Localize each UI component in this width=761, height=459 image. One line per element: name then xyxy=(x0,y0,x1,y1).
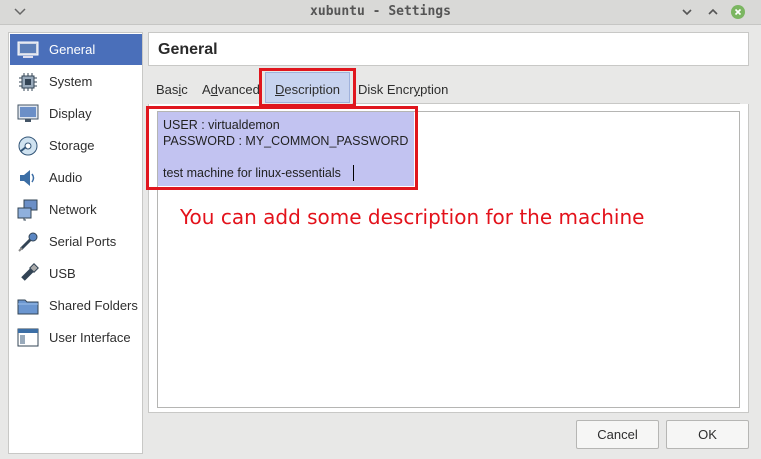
sidebar-item-label: Shared Folders xyxy=(49,298,138,313)
tab-advanced[interactable]: Advanced xyxy=(202,82,260,97)
page-header: General xyxy=(148,32,749,66)
sidebar-item-audio[interactable]: Audio xyxy=(10,162,142,193)
sidebar-item-usb[interactable]: USB xyxy=(10,258,142,289)
audio-icon xyxy=(16,167,40,189)
sidebar-item-label: User Interface xyxy=(49,330,131,345)
minimize-icon[interactable] xyxy=(680,5,694,19)
sidebar-item-label: General xyxy=(49,42,96,57)
sidebar-item-display[interactable]: Display xyxy=(10,98,142,129)
ok-button[interactable]: OK xyxy=(666,420,749,449)
tab-label: A xyxy=(202,82,211,97)
sidebar-item-system[interactable]: System xyxy=(10,66,142,97)
sidebar-item-label: Audio xyxy=(49,170,83,185)
tab-label: c xyxy=(181,82,188,97)
serial-ports-icon xyxy=(16,231,40,253)
tab-basic[interactable]: Basic xyxy=(156,82,188,97)
page-title: General xyxy=(158,41,218,58)
tab-label: ption xyxy=(420,82,449,97)
tab-disk-encryption[interactable]: Disk Encryption xyxy=(358,82,448,97)
annotation-box-tab xyxy=(259,68,356,107)
system-icon xyxy=(16,71,40,93)
sidebar-item-storage[interactable]: Storage xyxy=(10,130,142,161)
tab-label: Disk Encr xyxy=(358,82,414,97)
sidebar-item-label: Network xyxy=(49,202,97,217)
sidebar-item-network[interactable]: Network xyxy=(10,194,142,225)
title-bar: xubuntu - Settings xyxy=(0,0,761,25)
annotation-box-description xyxy=(146,106,418,190)
sidebar-item-shared-folders[interactable]: Shared Folders xyxy=(10,290,142,321)
sidebar-item-label: Display xyxy=(49,106,92,121)
sidebar-item-general[interactable]: General xyxy=(10,34,142,65)
cancel-button[interactable]: Cancel xyxy=(576,420,659,449)
sidebar-item-label: System xyxy=(49,74,93,89)
shared-folders-icon xyxy=(16,295,40,317)
annotation-text: You can add some description for the mac… xyxy=(180,205,645,229)
sidebar-item-label: Serial Ports xyxy=(49,234,117,249)
tab-mnemonic: d xyxy=(210,82,218,97)
display-icon xyxy=(16,103,40,125)
general-icon xyxy=(16,39,40,61)
sidebar-item-user-interface[interactable]: User Interface xyxy=(10,322,142,353)
storage-icon xyxy=(16,135,40,157)
close-icon[interactable] xyxy=(731,5,745,19)
tab-label: Bas xyxy=(156,82,179,97)
tab-label: vanced xyxy=(217,82,260,97)
sidebar-item-label: Storage xyxy=(49,138,95,153)
sidebar-item-serial-ports[interactable]: Serial Ports xyxy=(10,226,142,257)
user-interface-icon xyxy=(16,327,40,349)
network-icon xyxy=(16,199,40,221)
window-title: xubuntu - Settings xyxy=(310,4,451,19)
usb-icon xyxy=(16,262,40,285)
sidebar-item-label: USB xyxy=(49,266,76,281)
settings-sidebar: General System Display Storage Audio Net… xyxy=(8,32,143,454)
maximize-icon[interactable] xyxy=(706,5,720,19)
